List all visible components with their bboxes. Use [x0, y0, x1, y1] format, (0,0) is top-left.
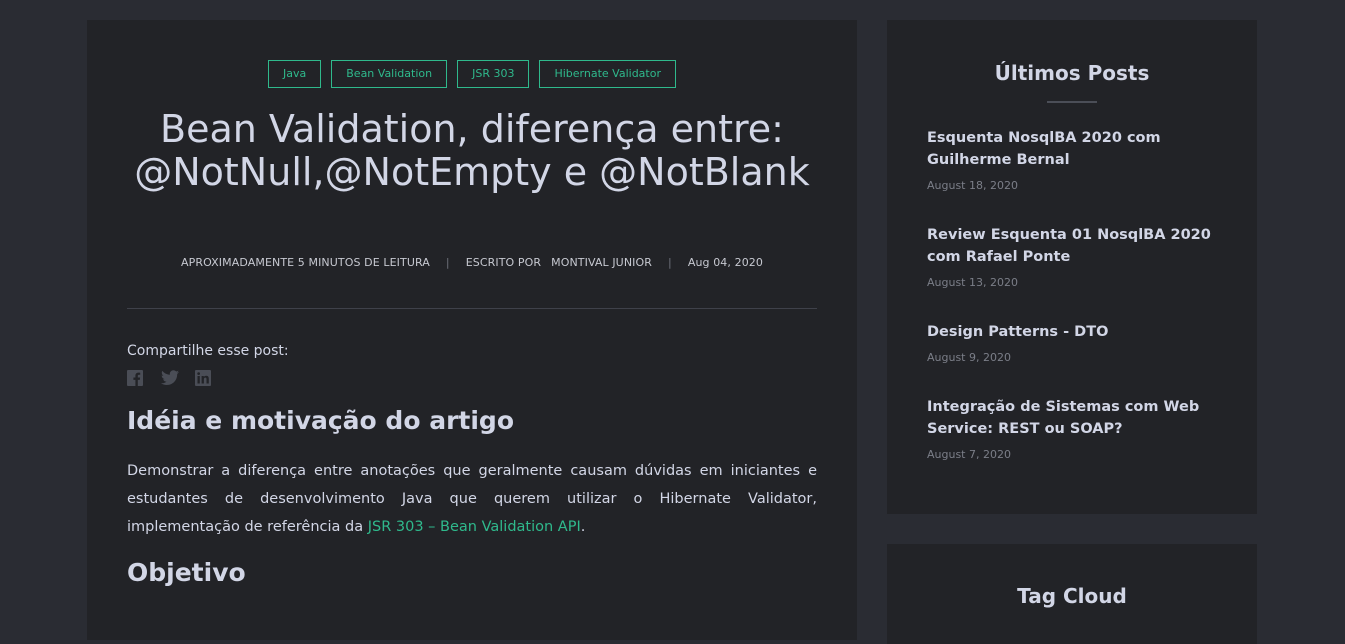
tag-java[interactable]: Java	[268, 60, 322, 88]
share-icons	[127, 370, 211, 386]
linkedin-icon[interactable]	[195, 370, 211, 386]
paragraph-end: .	[580, 519, 586, 535]
jsr-303-link[interactable]: JSR 303 – Bean Validation API	[368, 519, 581, 535]
author-link[interactable]: MONTIVAL JUNIOR	[551, 256, 652, 269]
post-title-link[interactable]: Integração de Sistemas com Web Service: …	[927, 396, 1217, 440]
facebook-icon[interactable]	[127, 370, 143, 386]
latest-posts-title: Últimos Posts	[994, 61, 1150, 85]
meta-separator: |	[668, 256, 672, 269]
tag-list: Java Bean Validation JSR 303 Hibernate V…	[87, 60, 857, 88]
article-meta: APROXIMADAMENTE 5 MINUTOS DE LEITURA | E…	[87, 256, 857, 269]
tag-hibernate-validator[interactable]: Hibernate Validator	[539, 60, 676, 88]
tag-bean-validation[interactable]: Bean Validation	[331, 60, 448, 88]
post-item: Integração de Sistemas com Web Service: …	[927, 396, 1217, 461]
tag-jsr-303[interactable]: JSR 303	[457, 60, 530, 88]
divider	[127, 308, 817, 309]
latest-posts-card: Últimos Posts Esquenta NosqlBA 2020 com …	[887, 20, 1257, 514]
tag-cloud-title: Tag Cloud	[1017, 584, 1127, 608]
post-title-link[interactable]: Esquenta NosqlBA 2020 com Guilherme Bern…	[927, 127, 1217, 171]
twitter-icon[interactable]	[161, 370, 179, 386]
article-title: Bean Validation, diferença entre: @NotNu…	[134, 107, 810, 194]
article-card: Java Bean Validation JSR 303 Hibernate V…	[87, 20, 857, 640]
post-date: August 7, 2020	[927, 448, 1011, 461]
article-paragraph: Demonstrar a diferença entre anotações q…	[127, 457, 817, 541]
post-title-link[interactable]: Review Esquenta 01 NosqlBA 2020 com Rafa…	[927, 224, 1217, 268]
reading-time: APROXIMADAMENTE 5 MINUTOS DE LEITURA	[181, 256, 430, 269]
tag-cloud-card: Tag Cloud	[887, 544, 1257, 644]
post-date: August 13, 2020	[927, 276, 1018, 289]
title-underline	[1047, 101, 1097, 103]
section-heading-motivation: Idéia e motivação do artigo	[127, 406, 514, 435]
post-item: Design Patterns - DTO August 9, 2020	[927, 321, 1217, 364]
written-by-label: ESCRITO POR	[465, 256, 542, 269]
post-item: Review Esquenta 01 NosqlBA 2020 com Rafa…	[927, 224, 1217, 289]
publish-date: Aug 04, 2020	[687, 256, 763, 269]
post-date: August 18, 2020	[927, 179, 1018, 192]
meta-separator: |	[445, 256, 450, 269]
share-label: Compartilhe esse post:	[127, 343, 289, 359]
section-heading-objective: Objetivo	[127, 558, 246, 587]
post-date: August 9, 2020	[927, 351, 1011, 364]
post-item: Esquenta NosqlBA 2020 com Guilherme Bern…	[927, 127, 1217, 192]
post-title-link[interactable]: Design Patterns - DTO	[927, 321, 1217, 343]
